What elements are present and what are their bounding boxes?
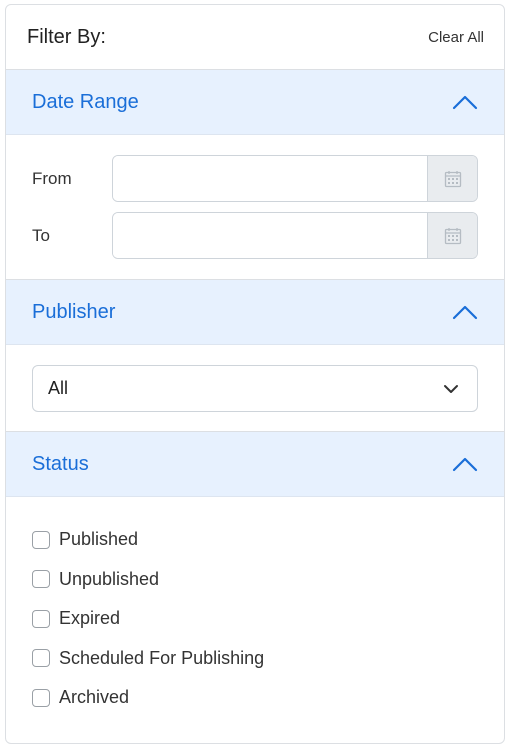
publisher-selected-value: All: [48, 378, 69, 398]
status-option-unpublished[interactable]: Unpublished: [32, 560, 478, 600]
publisher-select[interactable]: All: [32, 365, 478, 412]
status-option-label: Unpublished: [59, 568, 160, 589]
date-range-section-header[interactable]: Date Range: [6, 70, 504, 135]
publisher-title: Publisher: [32, 300, 116, 323]
filter-title: Filter By:: [27, 25, 106, 48]
checkbox[interactable]: [32, 570, 50, 589]
to-calendar-button[interactable]: [427, 213, 477, 258]
status-option-label: Published: [59, 529, 139, 550]
status-option-published[interactable]: Published: [32, 520, 478, 560]
checkbox[interactable]: [32, 688, 50, 707]
calendar-icon: [444, 170, 461, 187]
chevron-down-icon: [444, 384, 458, 393]
date-range-title: Date Range: [32, 90, 139, 113]
status-option-scheduled[interactable]: Scheduled For Publishing: [32, 639, 478, 679]
date-range-body: From To: [6, 135, 504, 280]
to-date-group: [112, 212, 478, 259]
filter-header: Filter By: Clear All: [6, 5, 504, 70]
clear-all-link[interactable]: Clear All: [428, 29, 484, 46]
checkbox[interactable]: [32, 530, 50, 549]
checkbox[interactable]: [32, 649, 50, 668]
calendar-icon: [444, 227, 461, 244]
filter-panel: Filter By: Clear All Date Range From To …: [5, 4, 505, 744]
to-label: To: [32, 225, 50, 245]
date-from-row: From: [32, 155, 478, 202]
publisher-body: All: [6, 345, 504, 432]
date-to-row: To: [32, 212, 478, 259]
status-option-label: Archived: [59, 687, 130, 708]
checkbox[interactable]: [32, 609, 50, 628]
from-calendar-button[interactable]: [427, 156, 477, 201]
chevron-up-icon[interactable]: [452, 456, 478, 472]
chevron-up-icon[interactable]: [452, 94, 478, 110]
to-date-input[interactable]: [113, 213, 427, 258]
status-option-label: Scheduled For Publishing: [59, 647, 265, 668]
status-section-header[interactable]: Status: [6, 432, 504, 497]
from-date-group: [112, 155, 478, 202]
status-body: Published Unpublished Expired Scheduled …: [6, 497, 504, 741]
publisher-section-header[interactable]: Publisher: [6, 280, 504, 345]
from-label: From: [32, 168, 72, 188]
from-date-input[interactable]: [113, 156, 427, 201]
status-option-expired[interactable]: Expired: [32, 599, 478, 639]
status-option-label: Expired: [59, 608, 121, 629]
status-title: Status: [32, 452, 89, 475]
chevron-up-icon[interactable]: [452, 304, 478, 320]
status-option-archived[interactable]: Archived: [32, 678, 478, 718]
